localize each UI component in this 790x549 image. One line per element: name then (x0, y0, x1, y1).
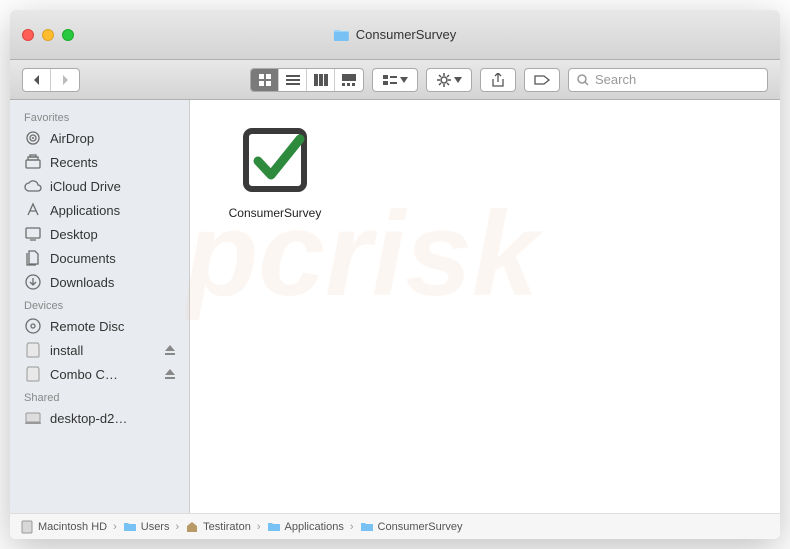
cloud-icon (24, 177, 42, 195)
sidebar-item-label: Applications (50, 203, 120, 218)
crumb-label: Testiraton (203, 521, 251, 533)
sidebar-item-applications[interactable]: Applications (10, 198, 189, 222)
sidebar-item-label: install (50, 343, 83, 358)
eject-icon[interactable] (165, 367, 175, 382)
sidebar-item-desktop[interactable]: Desktop (10, 222, 189, 246)
back-button[interactable] (23, 69, 51, 91)
minimize-button[interactable] (42, 29, 54, 41)
sidebar-item-label: Downloads (50, 275, 114, 290)
sidebar-section-devices: Devices (10, 294, 189, 314)
sidebar-item-label: AirDrop (50, 131, 94, 146)
path-home[interactable]: Testiraton (185, 521, 251, 533)
sidebar-item-label: Desktop (50, 227, 98, 242)
sidebar-item-remote-disc[interactable]: Remote Disc (10, 314, 189, 338)
crumb-label: Users (141, 521, 170, 533)
sidebar-section-shared: Shared (10, 386, 189, 406)
list-view-button[interactable] (279, 69, 307, 91)
sidebar-section-favorites: Favorites (10, 106, 189, 126)
documents-icon (24, 249, 42, 267)
search-icon (577, 74, 589, 86)
desktop-icon (24, 225, 42, 243)
traffic-lights (22, 29, 74, 41)
sidebar-item-documents[interactable]: Documents (10, 246, 189, 270)
path-users[interactable]: Users (123, 521, 170, 533)
crumb-label: Applications (285, 521, 344, 533)
column-view-button[interactable] (307, 69, 335, 91)
icon-view-button[interactable] (251, 69, 279, 91)
titlebar: ConsumerSurvey (10, 10, 780, 60)
recents-icon (24, 153, 42, 171)
sidebar-item-airdrop[interactable]: AirDrop (10, 126, 189, 150)
folder-icon (123, 521, 137, 533)
tags-button[interactable] (524, 68, 560, 92)
nav-buttons (22, 68, 80, 92)
sidebar-item-install[interactable]: install (10, 338, 189, 362)
sidebar[interactable]: Favorites AirDrop Recents iCloud Drive A… (10, 100, 190, 513)
gallery-view-button[interactable] (335, 69, 363, 91)
action-button[interactable] (426, 68, 472, 92)
disc-icon (24, 317, 42, 335)
path-bar: Macintosh HD › Users › Testiraton › Appl… (10, 513, 780, 539)
folder-icon (267, 521, 281, 533)
file-label: ConsumerSurvey (229, 206, 322, 220)
chevron-right-icon: › (350, 521, 354, 533)
downloads-icon (24, 273, 42, 291)
sidebar-item-icloud[interactable]: iCloud Drive (10, 174, 189, 198)
sidebar-item-combo[interactable]: Combo C… (10, 362, 189, 386)
path-applications[interactable]: Applications (267, 521, 344, 533)
sidebar-item-label: iCloud Drive (50, 179, 121, 194)
zoom-button[interactable] (62, 29, 74, 41)
disk-icon (24, 341, 42, 359)
crumb-label: Macintosh HD (38, 521, 107, 533)
sidebar-item-label: desktop-d2… (50, 411, 127, 426)
sidebar-item-label: Documents (50, 251, 116, 266)
window-title: ConsumerSurvey (334, 27, 456, 42)
checkmark-app-icon (235, 120, 315, 200)
search-placeholder: Search (595, 72, 636, 87)
close-button[interactable] (22, 29, 34, 41)
crumb-label: ConsumerSurvey (378, 521, 463, 533)
home-icon (185, 521, 199, 533)
search-field[interactable]: Search (568, 68, 768, 92)
computer-icon (24, 409, 42, 427)
sidebar-item-label: Remote Disc (50, 319, 124, 334)
sidebar-item-label: Recents (50, 155, 98, 170)
sidebar-item-label: Combo C… (50, 367, 118, 382)
sidebar-item-shared-computer[interactable]: desktop-d2… (10, 406, 189, 430)
file-consumersurvey[interactable]: ConsumerSurvey (210, 120, 340, 220)
eject-icon[interactable] (165, 343, 175, 358)
content-area[interactable]: ConsumerSurvey (190, 100, 780, 513)
airdrop-icon (24, 129, 42, 147)
forward-button[interactable] (51, 69, 79, 91)
folder-icon (334, 28, 350, 42)
applications-icon (24, 201, 42, 219)
share-button[interactable] (480, 68, 516, 92)
hd-icon (20, 521, 34, 533)
finder-window: ConsumerSurvey Search Favorites AirDrop … (10, 10, 780, 539)
disk-icon (24, 365, 42, 383)
group-button[interactable] (372, 68, 418, 92)
body: Favorites AirDrop Recents iCloud Drive A… (10, 100, 780, 513)
chevron-right-icon: › (113, 521, 117, 533)
chevron-right-icon: › (257, 521, 261, 533)
path-consumersurvey[interactable]: ConsumerSurvey (360, 521, 463, 533)
toolbar: Search (10, 60, 780, 100)
sidebar-item-downloads[interactable]: Downloads (10, 270, 189, 294)
chevron-right-icon: › (175, 521, 179, 533)
window-title-text: ConsumerSurvey (356, 27, 456, 42)
view-buttons (250, 68, 364, 92)
path-macintosh-hd[interactable]: Macintosh HD (20, 521, 107, 533)
folder-icon (360, 521, 374, 533)
sidebar-item-recents[interactable]: Recents (10, 150, 189, 174)
